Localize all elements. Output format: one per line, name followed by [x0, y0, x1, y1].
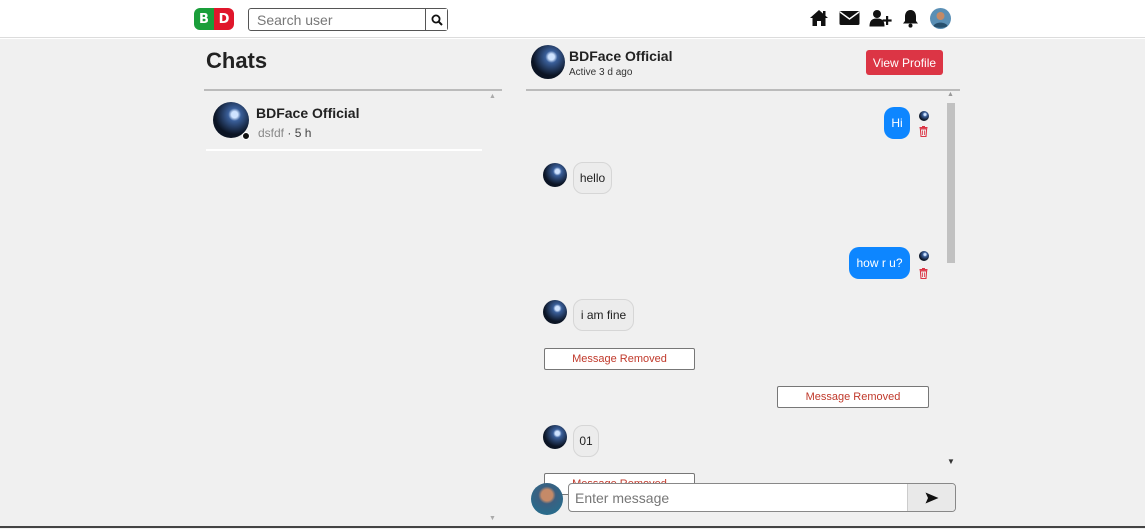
chat-list-panel: Chats ▲ BDFace Official dsfdf · 5 h ▼	[200, 39, 503, 529]
logo-letter-d: D	[214, 8, 234, 30]
trash-icon[interactable]	[919, 126, 928, 137]
removed-message: Message Removed	[777, 386, 929, 408]
message-composer	[568, 483, 956, 512]
sender-mini-avatar	[919, 111, 929, 121]
trash-icon[interactable]	[919, 268, 928, 279]
message-bubble-sent[interactable]: how r u?	[849, 247, 910, 279]
last-message-text: dsfdf	[258, 126, 285, 140]
divider	[204, 89, 502, 91]
avatar[interactable]	[929, 7, 951, 29]
send-button[interactable]	[907, 484, 955, 511]
view-profile-button[interactable]: View Profile	[866, 50, 943, 75]
user-plus-icon[interactable]	[868, 7, 892, 29]
message-bubble-sent[interactable]: Hi	[884, 107, 910, 139]
conversation-name[interactable]: BDFace Official	[569, 48, 672, 64]
sender-mini-avatar	[919, 251, 929, 261]
logo-letter-b: B	[194, 8, 214, 30]
nav-icons	[808, 5, 951, 31]
last-message-time: 5 h	[294, 126, 312, 140]
message-bubble-received[interactable]: 01	[573, 425, 599, 457]
sender-avatar	[543, 300, 567, 324]
bottom-border	[0, 526, 1145, 528]
bell-icon[interactable]	[900, 7, 920, 29]
send-icon	[925, 492, 938, 503]
active-status: Active 3 d ago	[569, 67, 633, 78]
search-input[interactable]	[249, 9, 425, 30]
my-avatar	[531, 483, 563, 515]
message-bubble-received[interactable]: i am fine	[573, 299, 634, 331]
search-box	[248, 8, 448, 31]
home-icon[interactable]	[808, 7, 830, 29]
message-list[interactable]: ▲ ▼ Hi hello how r u? i am fine Message …	[526, 91, 960, 511]
top-navbar: B D	[0, 0, 1145, 38]
search-icon	[431, 14, 443, 26]
last-message-preview: dsfdf · 5 h	[258, 126, 311, 140]
scroll-down-arrow-icon[interactable]: ▼	[947, 457, 955, 466]
scroll-up-arrow-icon[interactable]: ▲	[947, 91, 954, 98]
envelope-icon[interactable]	[838, 7, 860, 29]
chat-list-item[interactable]: BDFace Official dsfdf · 5 h	[206, 96, 482, 151]
search-button[interactable]	[425, 9, 447, 30]
conversation-panel: BDFace Official Active 3 d ago View Prof…	[526, 39, 960, 529]
scroll-down-arrow-icon[interactable]: ▼	[489, 515, 496, 522]
removed-message: Message Removed	[544, 348, 695, 370]
contact-name: BDFace Official	[256, 105, 360, 121]
chats-title: Chats	[206, 48, 268, 73]
message-input[interactable]	[569, 484, 907, 511]
online-status-dot	[242, 132, 250, 140]
scroll-up-arrow-icon[interactable]: ▲	[489, 93, 496, 100]
app-logo[interactable]: B D	[194, 8, 234, 30]
separator-dot: ·	[287, 126, 292, 140]
conversation-avatar[interactable]	[531, 45, 565, 79]
sender-avatar	[543, 163, 567, 187]
scrollbar-thumb[interactable]	[947, 103, 955, 263]
message-bubble-received[interactable]: hello	[573, 162, 612, 194]
sender-avatar	[543, 425, 567, 449]
